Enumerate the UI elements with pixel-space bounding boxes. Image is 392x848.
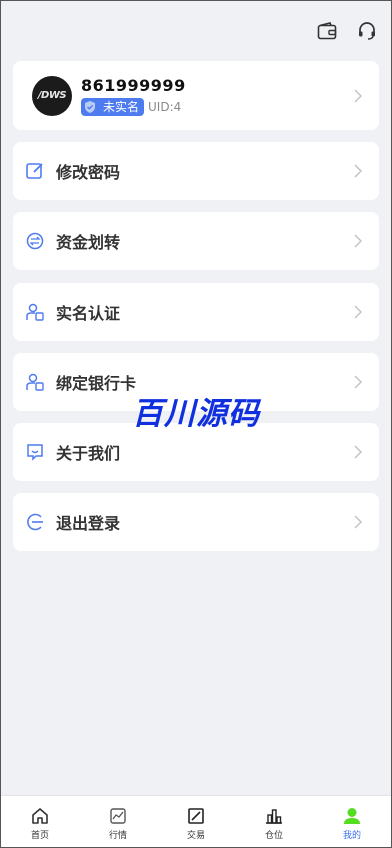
tab-label: 我的 [342, 831, 361, 841]
edit-icon [25, 161, 45, 181]
menu-item-fund-transfer[interactable]: 资金划转 [13, 212, 379, 270]
tab-trade[interactable]: 交易 [157, 796, 235, 847]
chevron-right-icon [354, 305, 363, 319]
top-toolbar [314, 18, 380, 44]
home-icon [30, 806, 50, 826]
chevron-right-icon [354, 234, 363, 248]
shield-icon [85, 100, 95, 113]
logout-icon [25, 512, 45, 532]
tab-label: 仓位 [264, 831, 283, 841]
transfer-icon [25, 231, 45, 251]
verification-status: 未实名 [103, 100, 140, 114]
wallet-icon[interactable] [314, 18, 340, 44]
tab-market[interactable]: 行情 [79, 796, 157, 847]
tab-home[interactable]: 首页 [1, 796, 79, 847]
trade-icon [186, 806, 206, 826]
headset-icon[interactable] [354, 18, 380, 44]
avatar: /DWS [32, 75, 72, 116]
username: 861999999 [81, 75, 186, 95]
market-icon [108, 806, 128, 826]
menu-label: 退出登录 [56, 514, 121, 533]
tab-mine[interactable]: 我的 [313, 796, 391, 847]
chat-smile-icon [25, 442, 45, 462]
user-icon [342, 806, 362, 826]
chevron-right-icon [354, 445, 363, 459]
watermark: 百川源码 [132, 396, 260, 432]
menu-item-real-name-verification[interactable]: 实名认证 [13, 283, 379, 341]
menu-label: 修改密码 [56, 163, 121, 182]
chevron-right-icon [354, 88, 363, 103]
chevron-right-icon [354, 164, 363, 178]
chevron-right-icon [354, 515, 363, 529]
id-verify-icon [25, 302, 45, 322]
tab-label: 行情 [108, 831, 127, 841]
menu-item-change-password[interactable]: 修改密码 [13, 142, 379, 200]
menu-label: 实名认证 [56, 304, 121, 323]
position-icon [264, 806, 284, 826]
user-id: UID:4 [148, 99, 182, 114]
tab-label: 首页 [30, 831, 49, 841]
bottom-tab-bar: 首页 行情 交易 仓位 我的 [1, 795, 391, 847]
tab-position[interactable]: 仓位 [235, 796, 313, 847]
tab-label: 交易 [186, 831, 205, 841]
menu-label: 关于我们 [56, 444, 121, 463]
profile-card[interactable]: /DWS 861999999 未实名 UID:4 [13, 61, 379, 130]
verification-badge: 未实名 [81, 97, 145, 116]
menu-item-logout[interactable]: 退出登录 [13, 493, 379, 551]
menu-label: 资金划转 [56, 233, 121, 252]
